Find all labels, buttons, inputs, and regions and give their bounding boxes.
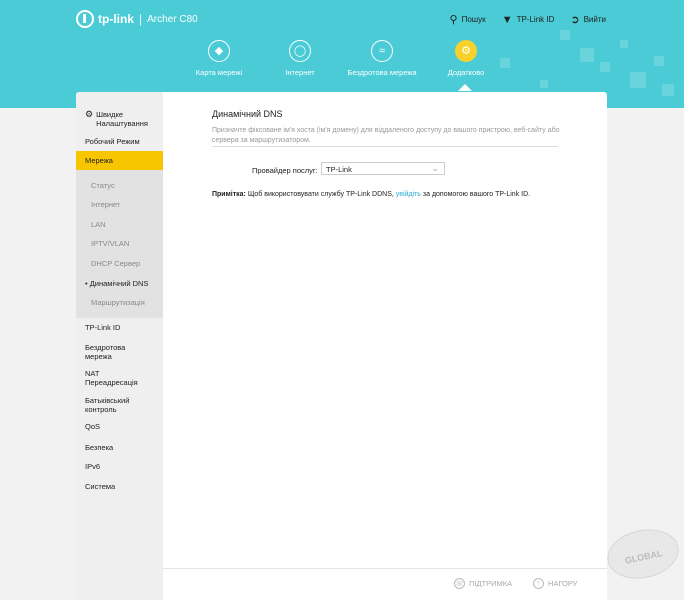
sidebar-subitem-lan[interactable]: LAN <box>91 220 106 229</box>
logout-link[interactable]: ➲ Вийти <box>570 13 606 26</box>
back-to-top-label: НАГОРУ <box>548 579 578 588</box>
search-link-label: Пошук <box>461 15 486 24</box>
sidebar: ⚙ Швидке Налаштування Робочий Режим Мере… <box>76 92 163 600</box>
nav-wireless[interactable]: ≈ Бездротова мережа <box>344 40 420 77</box>
sidebar-item-operation-mode[interactable]: Робочий Режим <box>85 137 140 146</box>
watermark-logo: GLOBAL <box>602 523 684 585</box>
brand-name: tp-link <box>98 12 134 26</box>
tplink-logo-icon <box>76 10 94 28</box>
sidebar-item-tplink-id[interactable]: TP-Link ID <box>85 323 120 332</box>
sidebar-subitem-ddns[interactable]: • Динамічний DNS <box>85 279 148 288</box>
tplink-logo: tp-link | Archer C80 <box>76 10 198 28</box>
chevron-down-icon: ⌄ <box>431 163 439 173</box>
sidebar-item-network[interactable]: Мережа <box>85 156 113 165</box>
model-name: Archer C80 <box>147 13 198 25</box>
sidebar-subitem-label: Динамічний DNS <box>89 279 149 288</box>
active-nav-caret <box>458 84 472 91</box>
cloud-user-icon: ▼ <box>501 13 513 26</box>
note-text-part2: за допомогою вашого TP-Link ID. <box>422 191 531 198</box>
sidebar-item-qos[interactable]: QoS <box>85 422 100 431</box>
page-title: Динамічний DNS <box>212 109 283 119</box>
content-card: ⚙ Швидке Налаштування Робочий Режим Мере… <box>76 92 607 600</box>
sidebar-item-security[interactable]: Безпека <box>85 443 113 452</box>
sidebar-item-system[interactable]: Система <box>85 482 115 491</box>
headset-icon: ☏ <box>454 578 465 589</box>
wifi-icon: ≈ <box>371 40 393 62</box>
divider <box>212 146 558 147</box>
footer-bar: ☏ ПІДТРИМКА ↑ НАГОРУ <box>163 568 607 600</box>
header-links: ⚲ Пошук ▼ TP-Link ID ➲ Вийти <box>434 13 607 27</box>
nav-wireless-label: Бездротова мережа <box>347 68 417 77</box>
sidebar-item-ipv6[interactable]: IPv6 <box>85 462 100 471</box>
gear-icon: ⚙ <box>455 40 477 62</box>
sidebar-subitem-iptv[interactable]: IPTV/VLAN <box>91 239 129 248</box>
sidebar-subitem-dhcp[interactable]: DHCP Сервер <box>91 259 140 268</box>
gear-icon: ⚙ <box>85 109 94 119</box>
tplink-id-link-label: TP-Link ID <box>516 15 555 24</box>
tplink-id-link[interactable]: ▼ TP-Link ID <box>502 13 555 26</box>
brand-separator: | <box>139 12 143 26</box>
sidebar-subitem-routing[interactable]: Маршрутизація <box>91 298 145 307</box>
note-text: Примітка: Щоб використовувати службу TP-… <box>212 191 530 198</box>
page-description: Призначте фіксоване ім'я хоста (ім'я дом… <box>212 127 560 144</box>
logout-link-label: Вийти <box>583 15 606 24</box>
watermark-label: GLOBAL <box>623 548 664 566</box>
network-map-icon: ◆ <box>208 40 230 62</box>
back-to-top-button[interactable]: ↑ НАГОРУ <box>533 578 578 589</box>
note-label: Примітка: <box>212 191 246 198</box>
nav-internet[interactable]: ◯ Інтернет <box>262 40 338 77</box>
nav-advanced-label: Додатково <box>447 68 485 77</box>
sidebar-item-quick-setup[interactable]: ⚙ Швидке Налаштування <box>85 109 148 129</box>
sidebar-subitem-status[interactable]: Статус <box>91 181 115 190</box>
main-content: Динамічний DNS Призначте фіксоване ім'я … <box>163 92 607 600</box>
nav-advanced[interactable]: ⚙ Додатково <box>428 40 504 77</box>
nav-network-map[interactable]: ◆ Карта мережі <box>181 40 257 77</box>
search-link[interactable]: ⚲ Пошук <box>450 13 486 26</box>
provider-select[interactable]: TP-Link ⌄ <box>321 162 445 175</box>
globe-icon: ◯ <box>289 40 311 62</box>
support-button[interactable]: ☏ ПІДТРИМКА <box>454 578 512 589</box>
nav-internet-label: Інтернет <box>285 68 315 77</box>
sidebar-subitem-internet[interactable]: Інтернет <box>91 200 120 209</box>
support-label: ПІДТРИМКА <box>469 579 513 588</box>
sidebar-item-parental[interactable]: Батьківський контроль <box>85 396 145 414</box>
sidebar-item-wireless[interactable]: Бездротова мережа <box>85 343 135 361</box>
logout-icon: ➲ <box>570 14 580 26</box>
arrow-up-icon: ↑ <box>533 578 544 589</box>
sidebar-item-nat[interactable]: NAT Переадресація <box>85 369 145 387</box>
nav-network-map-label: Карта мережі <box>195 68 243 77</box>
login-link[interactable]: увійдіть <box>396 191 421 198</box>
provider-label: Провайдер послуг: <box>252 166 318 175</box>
search-icon: ⚲ <box>449 14 458 26</box>
sidebar-item-label: Швидке Налаштування <box>96 110 148 128</box>
note-text-part1: Щоб використовувати службу TP-Link DDNS, <box>247 191 394 198</box>
main-nav: ◆ Карта мережі ◯ Інтернет ≈ Бездротова м… <box>190 40 500 100</box>
provider-select-value: TP-Link <box>326 165 352 174</box>
